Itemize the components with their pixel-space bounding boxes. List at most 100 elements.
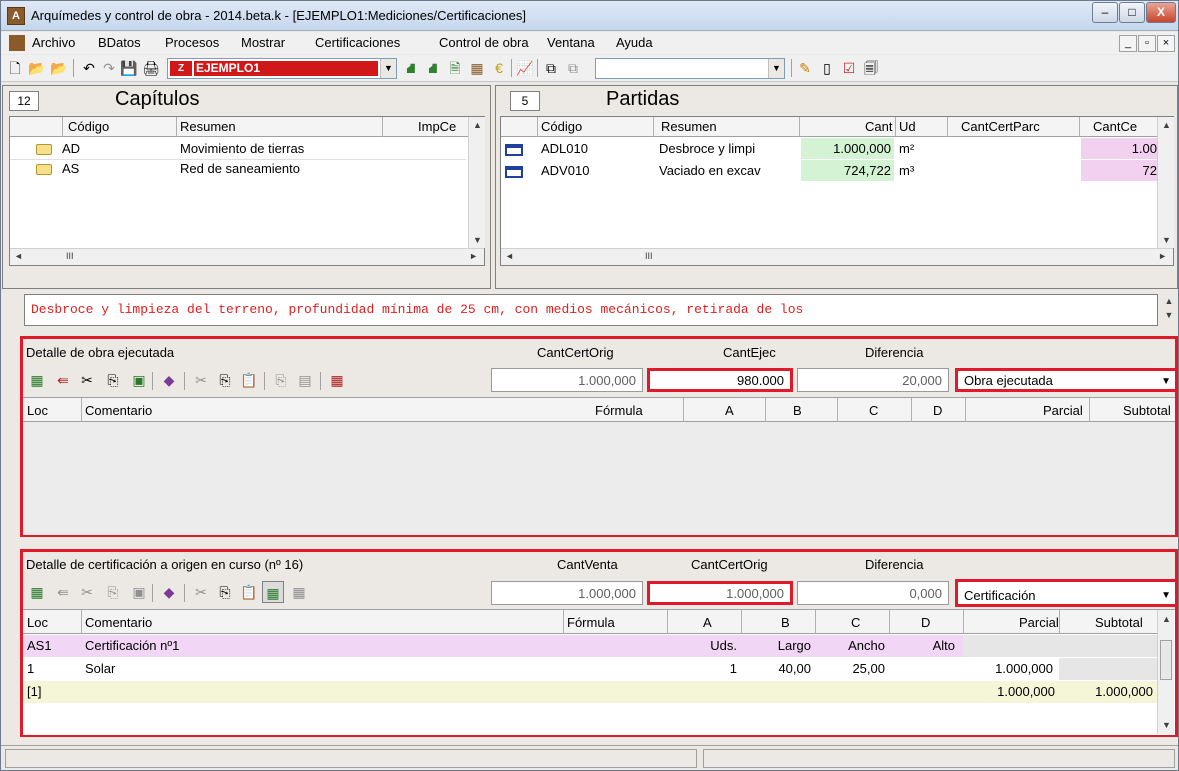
open-folder-icon[interactable]: 📂 <box>27 58 47 78</box>
check-icon[interactable]: ☑ <box>839 58 859 78</box>
dwg-icon[interactable]: ▣ <box>128 581 150 603</box>
paste-icon[interactable]: 📋 <box>238 369 260 391</box>
col-resumen[interactable]: Resumen <box>180 119 236 134</box>
menu-archivo[interactable]: Archivo <box>32 35 75 50</box>
col-c[interactable]: C <box>851 615 860 630</box>
open-recent-icon[interactable]: 📂 <box>49 58 69 78</box>
obra-cantejec-field[interactable]: 980.000 <box>647 368 793 392</box>
menu-bdatos[interactable]: BDatos <box>98 35 141 50</box>
cert-cantcertorig-field[interactable]: 1.000,000 <box>647 581 793 605</box>
col-ud[interactable]: Ud <box>899 119 916 134</box>
insert-row-icon[interactable]: ⇚ <box>52 369 74 391</box>
undo-icon[interactable]: ↶ <box>79 58 99 78</box>
cert-row-header[interactable]: AS1 Certificación nº1 Uds. Largo Ancho A… <box>23 635 1157 657</box>
col-cant[interactable]: Cant <box>865 119 892 134</box>
col-subtotal[interactable]: Subtotal <box>1123 403 1171 418</box>
window-tile-icon[interactable]: ⧉ <box>541 58 561 78</box>
window-cascade-icon[interactable]: ⧉ <box>563 58 583 78</box>
dwg-icon[interactable]: ▣ <box>128 369 150 391</box>
capitulo-row[interactable]: AD Movimiento de tierras <box>10 138 466 160</box>
split-icon[interactable]: ✂ <box>76 369 98 391</box>
mdi-close-button[interactable]: × <box>1157 35 1175 52</box>
chart-tool-icon[interactable]: 📈 <box>515 58 535 78</box>
col-d[interactable]: D <box>933 403 942 418</box>
paste-table-icon[interactable]: ▤ <box>294 369 316 391</box>
partida-row[interactable]: ADL010 Desbroce y limpi 1.000,000 m² 1.0… <box>501 138 1157 160</box>
col-comentario[interactable]: Comentario <box>85 615 152 630</box>
col-resumen[interactable]: Resumen <box>661 119 717 134</box>
partida-description[interactable]: Desbroce y limpieza del terreno, profund… <box>24 294 1158 326</box>
book-icon[interactable]: ◆ <box>158 581 180 603</box>
close-button[interactable]: X <box>1146 2 1176 23</box>
cert-diferencia-field[interactable]: 0,000 <box>797 581 949 605</box>
col-b[interactable]: B <box>793 403 802 418</box>
split-icon[interactable]: ✂ <box>76 581 98 603</box>
obra-cantcertorig-field[interactable]: 1.000,000 <box>491 368 643 392</box>
menu-mostrar[interactable]: Mostrar <box>241 35 285 50</box>
menu-certificaciones[interactable]: Certificaciones <box>315 35 400 50</box>
partidas-hscroll[interactable]: ◄ III ► <box>501 248 1173 265</box>
col-parcial[interactable]: Parcial <box>1043 403 1083 418</box>
copy-icon[interactable]: ⎘ <box>214 369 236 391</box>
cert-vscroll[interactable]: ▲ ▼ <box>1157 610 1174 734</box>
certification-toggle-icon[interactable]: ▦ <box>262 581 284 603</box>
insert-row-icon[interactable]: ⇚ <box>52 581 74 603</box>
minimize-button[interactable]: – <box>1092 2 1118 23</box>
chevron-down-icon[interactable]: ▼ <box>1161 376 1171 387</box>
col-formula[interactable]: Fórmula <box>595 403 643 418</box>
copy-icon[interactable]: ⎘ <box>214 581 236 603</box>
obra-diferencia-field[interactable]: 20,000 <box>797 368 949 392</box>
col-c[interactable]: C <box>869 403 878 418</box>
col-cantcertparc[interactable]: CantCertParc <box>961 119 1040 134</box>
obra-mode-select[interactable]: Obra ejecutada ▼ <box>955 368 1178 392</box>
save-icon[interactable]: 💾 <box>119 58 139 78</box>
cut-icon[interactable]: ✂ <box>190 369 212 391</box>
col-a[interactable]: A <box>725 403 734 418</box>
col-impce[interactable]: ImpCe <box>418 119 456 134</box>
mdi-restore-button[interactable]: ▫ <box>1138 35 1156 52</box>
cert-cantventa-field[interactable]: 1.000,000 <box>491 581 643 605</box>
chevron-down-icon[interactable]: ▼ <box>768 59 784 78</box>
col-d[interactable]: D <box>921 615 930 630</box>
col-loc[interactable]: Loc <box>27 403 48 418</box>
mdi-minimize-button[interactable]: _ <box>1119 35 1137 52</box>
capitulos-hscroll[interactable]: ◄ III ► <box>10 248 484 265</box>
col-cantce[interactable]: CantCe <box>1093 119 1137 134</box>
cert-mode-select[interactable]: Certificación ▼ <box>955 579 1178 607</box>
properties-icon[interactable]: 🗐 <box>861 58 881 78</box>
col-codigo[interactable]: Código <box>541 119 582 134</box>
col-codigo[interactable]: Código <box>68 119 109 134</box>
partidas-vscroll[interactable]: ▲ ▼ <box>1157 117 1174 248</box>
copy-rows-icon[interactable]: ⎘ <box>102 581 124 603</box>
print-icon[interactable]: 🖨 <box>141 58 161 78</box>
col-parcial[interactable]: Parcial <box>1019 615 1059 630</box>
structure-tool-icon[interactable]: ⛘ <box>423 58 443 78</box>
menu-control-de-obra[interactable]: Control de obra <box>439 35 529 50</box>
copy-rows-icon[interactable]: ⎘ <box>102 369 124 391</box>
document-tool-icon[interactable]: 🗎 <box>445 58 465 78</box>
col-a[interactable]: A <box>703 615 712 630</box>
col-formula[interactable]: Fórmula <box>567 615 615 630</box>
description-spin[interactable]: ▲ ▼ <box>1161 294 1177 326</box>
cut-icon[interactable]: ✂ <box>190 581 212 603</box>
tree-tool-icon[interactable]: ⛘ <box>401 58 421 78</box>
measure-icon[interactable]: ▦ <box>326 369 348 391</box>
cert-row[interactable]: 1 Solar 1 40,00 25,00 1.000,000 <box>23 658 1157 680</box>
paste-icon[interactable]: 📋 <box>238 581 260 603</box>
budget-tool-icon[interactable]: € <box>489 58 509 78</box>
project-combo[interactable]: Z EJEMPLO1 ▼ <box>167 58 397 79</box>
col-subtotal[interactable]: Subtotal <box>1095 615 1143 630</box>
works-icon[interactable]: ▦ <box>26 581 48 603</box>
new-file-icon[interactable]: 🗋 <box>5 58 25 78</box>
capitulos-vscroll[interactable]: ▲ ▼ <box>468 117 485 248</box>
works-icon[interactable]: ▦ <box>26 369 48 391</box>
chevron-down-icon[interactable]: ▼ <box>1161 590 1171 601</box>
menu-procesos[interactable]: Procesos <box>165 35 219 50</box>
menu-ventana[interactable]: Ventana <box>547 35 595 50</box>
menu-ayuda[interactable]: Ayuda <box>616 35 653 50</box>
cert-row-total[interactable]: [1] 1.000,000 1.000,000 <box>23 681 1157 703</box>
maximize-button[interactable]: □ <box>1119 2 1145 23</box>
works-tool-icon[interactable]: ▦ <box>467 58 487 78</box>
col-b[interactable]: B <box>781 615 790 630</box>
edit-note-icon[interactable]: ✎ <box>795 58 815 78</box>
